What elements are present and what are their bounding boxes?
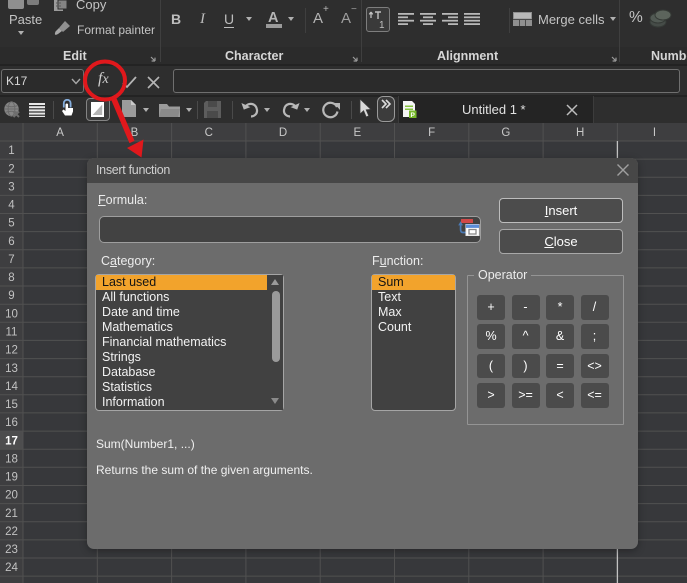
svg-text:12: 12 xyxy=(5,345,18,357)
svg-text:D: D xyxy=(279,127,287,139)
svg-text:17: 17 xyxy=(5,435,18,447)
svg-text:1: 1 xyxy=(8,145,14,157)
svg-text:P: P xyxy=(411,112,416,118)
svg-text:19: 19 xyxy=(5,472,18,484)
svg-text:I: I xyxy=(653,127,656,139)
svg-text:23: 23 xyxy=(5,544,18,556)
svg-text:15: 15 xyxy=(5,399,18,411)
svg-text:1: 1 xyxy=(379,20,385,29)
svg-text:11: 11 xyxy=(6,327,18,339)
svg-text:7: 7 xyxy=(8,254,14,266)
svg-text:2: 2 xyxy=(8,163,14,175)
svg-text:H: H xyxy=(576,127,584,139)
svg-text:22: 22 xyxy=(5,526,18,538)
svg-text:A: A xyxy=(56,127,64,139)
svg-text:4: 4 xyxy=(8,200,15,212)
svg-text:B: B xyxy=(131,127,139,139)
svg-text:6: 6 xyxy=(8,236,14,248)
svg-text:21: 21 xyxy=(5,508,18,520)
svg-text:16: 16 xyxy=(5,417,18,429)
svg-text:13: 13 xyxy=(5,363,18,375)
svg-text:10: 10 xyxy=(5,308,18,320)
svg-text:8: 8 xyxy=(8,272,14,284)
svg-text:F: F xyxy=(428,127,435,139)
svg-text:E: E xyxy=(353,127,361,139)
svg-text:C: C xyxy=(205,127,213,139)
svg-text:G: G xyxy=(501,127,510,139)
svg-text:24: 24 xyxy=(5,562,18,574)
svg-text:5: 5 xyxy=(8,218,14,230)
svg-text:3: 3 xyxy=(8,182,14,194)
svg-text:9: 9 xyxy=(8,290,14,302)
svg-text:20: 20 xyxy=(5,490,18,502)
svg-text:18: 18 xyxy=(5,453,18,465)
svg-text:14: 14 xyxy=(5,381,18,393)
